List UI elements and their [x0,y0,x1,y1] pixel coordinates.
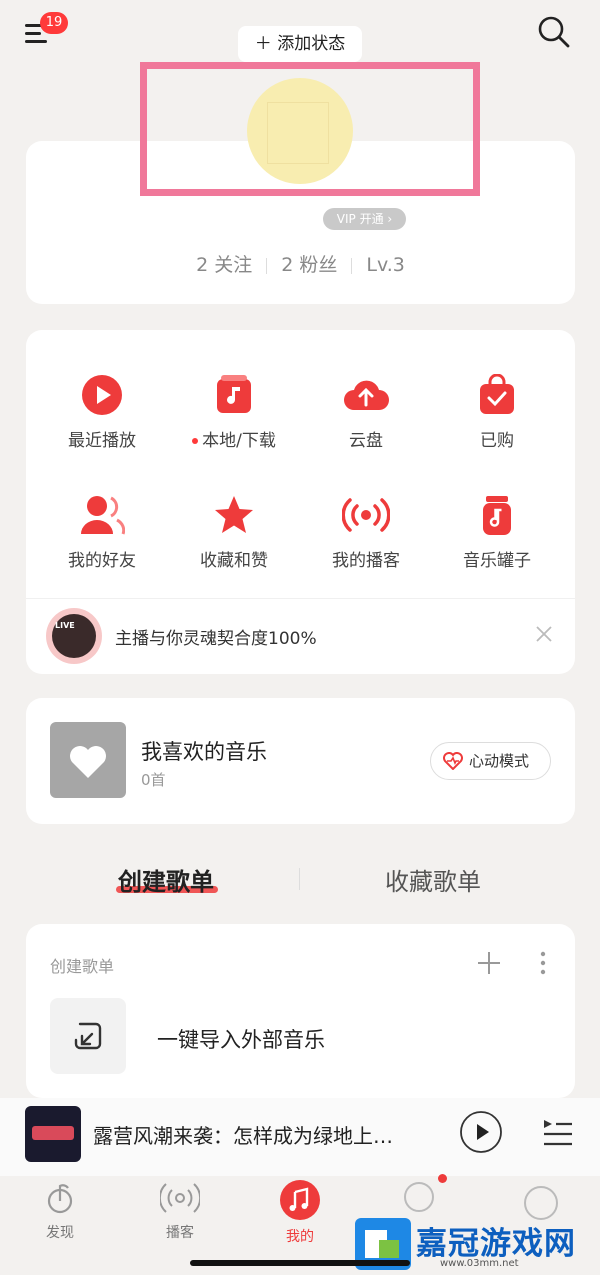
import-icon [74,1022,102,1050]
nav-podcast[interactable]: 播客 [140,1180,220,1242]
live-banner[interactable]: LIVE 主播与你灵魂契合度100% [26,600,575,672]
play-icon [82,375,122,415]
star-icon [215,496,253,533]
mini-player-cover[interactable] [25,1106,81,1162]
import-icon-box[interactable] [50,998,126,1074]
podcast-icon [158,1183,202,1213]
nav-message-icon[interactable] [524,1186,558,1220]
heartbeat-mode-button[interactable]: 心动模式 [430,742,551,780]
playlist-section-header: 创建歌单 [50,957,115,976]
home-indicator [190,1260,410,1266]
nav-follow-icon[interactable] [404,1182,434,1212]
my-podcast-item[interactable]: 我的播客 [301,494,431,571]
live-tag: LIVE [55,621,75,630]
divider [26,598,575,599]
notification-badge: 19 [40,12,68,34]
add-status-button[interactable]: ＋ 添加状态 [238,26,362,62]
mini-player-title[interactable]: 露营风潮来袭：怎样成为绿地上… [93,1120,393,1149]
play-pause-button[interactable] [459,1110,503,1154]
nav-new-dot [438,1174,447,1183]
following-count[interactable]: 2 关注 [196,254,252,276]
watermark-text: 嘉冠游戏网 [416,1226,576,1262]
podcast-icon [342,498,390,532]
cloud-upload-icon [344,380,389,410]
friends-icon [81,496,125,535]
mini-player[interactable]: 露营风潮来袭：怎样成为绿地上… [0,1098,600,1176]
cloud-disk-item[interactable]: 云盘 [301,374,431,451]
local-download-item[interactable]: 本地/下载 [169,374,299,451]
music-note-icon [217,375,251,413]
friends-item[interactable]: 我的好友 [37,494,167,571]
new-dot [192,438,199,444]
live-avatar[interactable]: LIVE [46,608,102,664]
nav-mine[interactable]: 我的 [260,1180,340,1246]
watermark-url: www.03mm.net [440,1258,519,1269]
heart-icon [70,746,106,778]
search-button[interactable] [536,14,572,50]
search-icon [538,16,570,48]
discover-icon [47,1184,73,1214]
live-banner-text: 主播与你灵魂契合度100% [115,629,317,649]
music-note-icon [280,1180,320,1220]
tab-collected-playlists[interactable]: 收藏歌单 [385,862,481,897]
purchased-item[interactable]: 已购 [432,374,562,451]
followers-count[interactable]: 2 粉丝 [281,254,337,276]
heartbeat-icon [443,752,463,770]
liked-music-count: 0首 [141,771,166,789]
liked-music-title: 我喜欢的音乐 [141,740,267,764]
tab-divider [299,868,300,890]
profile-stats: 2 关注 2 粉丝 Lv.3 [26,250,575,277]
level-label[interactable]: Lv.3 [366,254,404,276]
close-icon[interactable] [536,626,552,642]
more-icon[interactable] [538,950,548,976]
vip-badge[interactable]: VIP 开通 › [323,208,406,230]
menu-button[interactable]: 19 [22,12,68,50]
liked-music-cover[interactable] [50,722,126,798]
tab-created-playlists[interactable]: 创建歌单 [118,862,214,897]
playlist-queue-icon[interactable] [540,1114,574,1148]
import-music-label[interactable]: 一键导入外部音乐 [157,1024,325,1054]
music-jar-icon [483,496,511,535]
add-icon[interactable] [476,950,502,976]
recent-play-item[interactable]: 最近播放 [37,374,167,451]
favorites-item[interactable]: 收藏和赞 [169,494,299,571]
highlight-frame [140,62,480,196]
music-jar-item[interactable]: 音乐罐子 [432,494,562,571]
nav-discover[interactable]: 发现 [20,1180,100,1242]
shopping-bag-icon [480,374,514,414]
